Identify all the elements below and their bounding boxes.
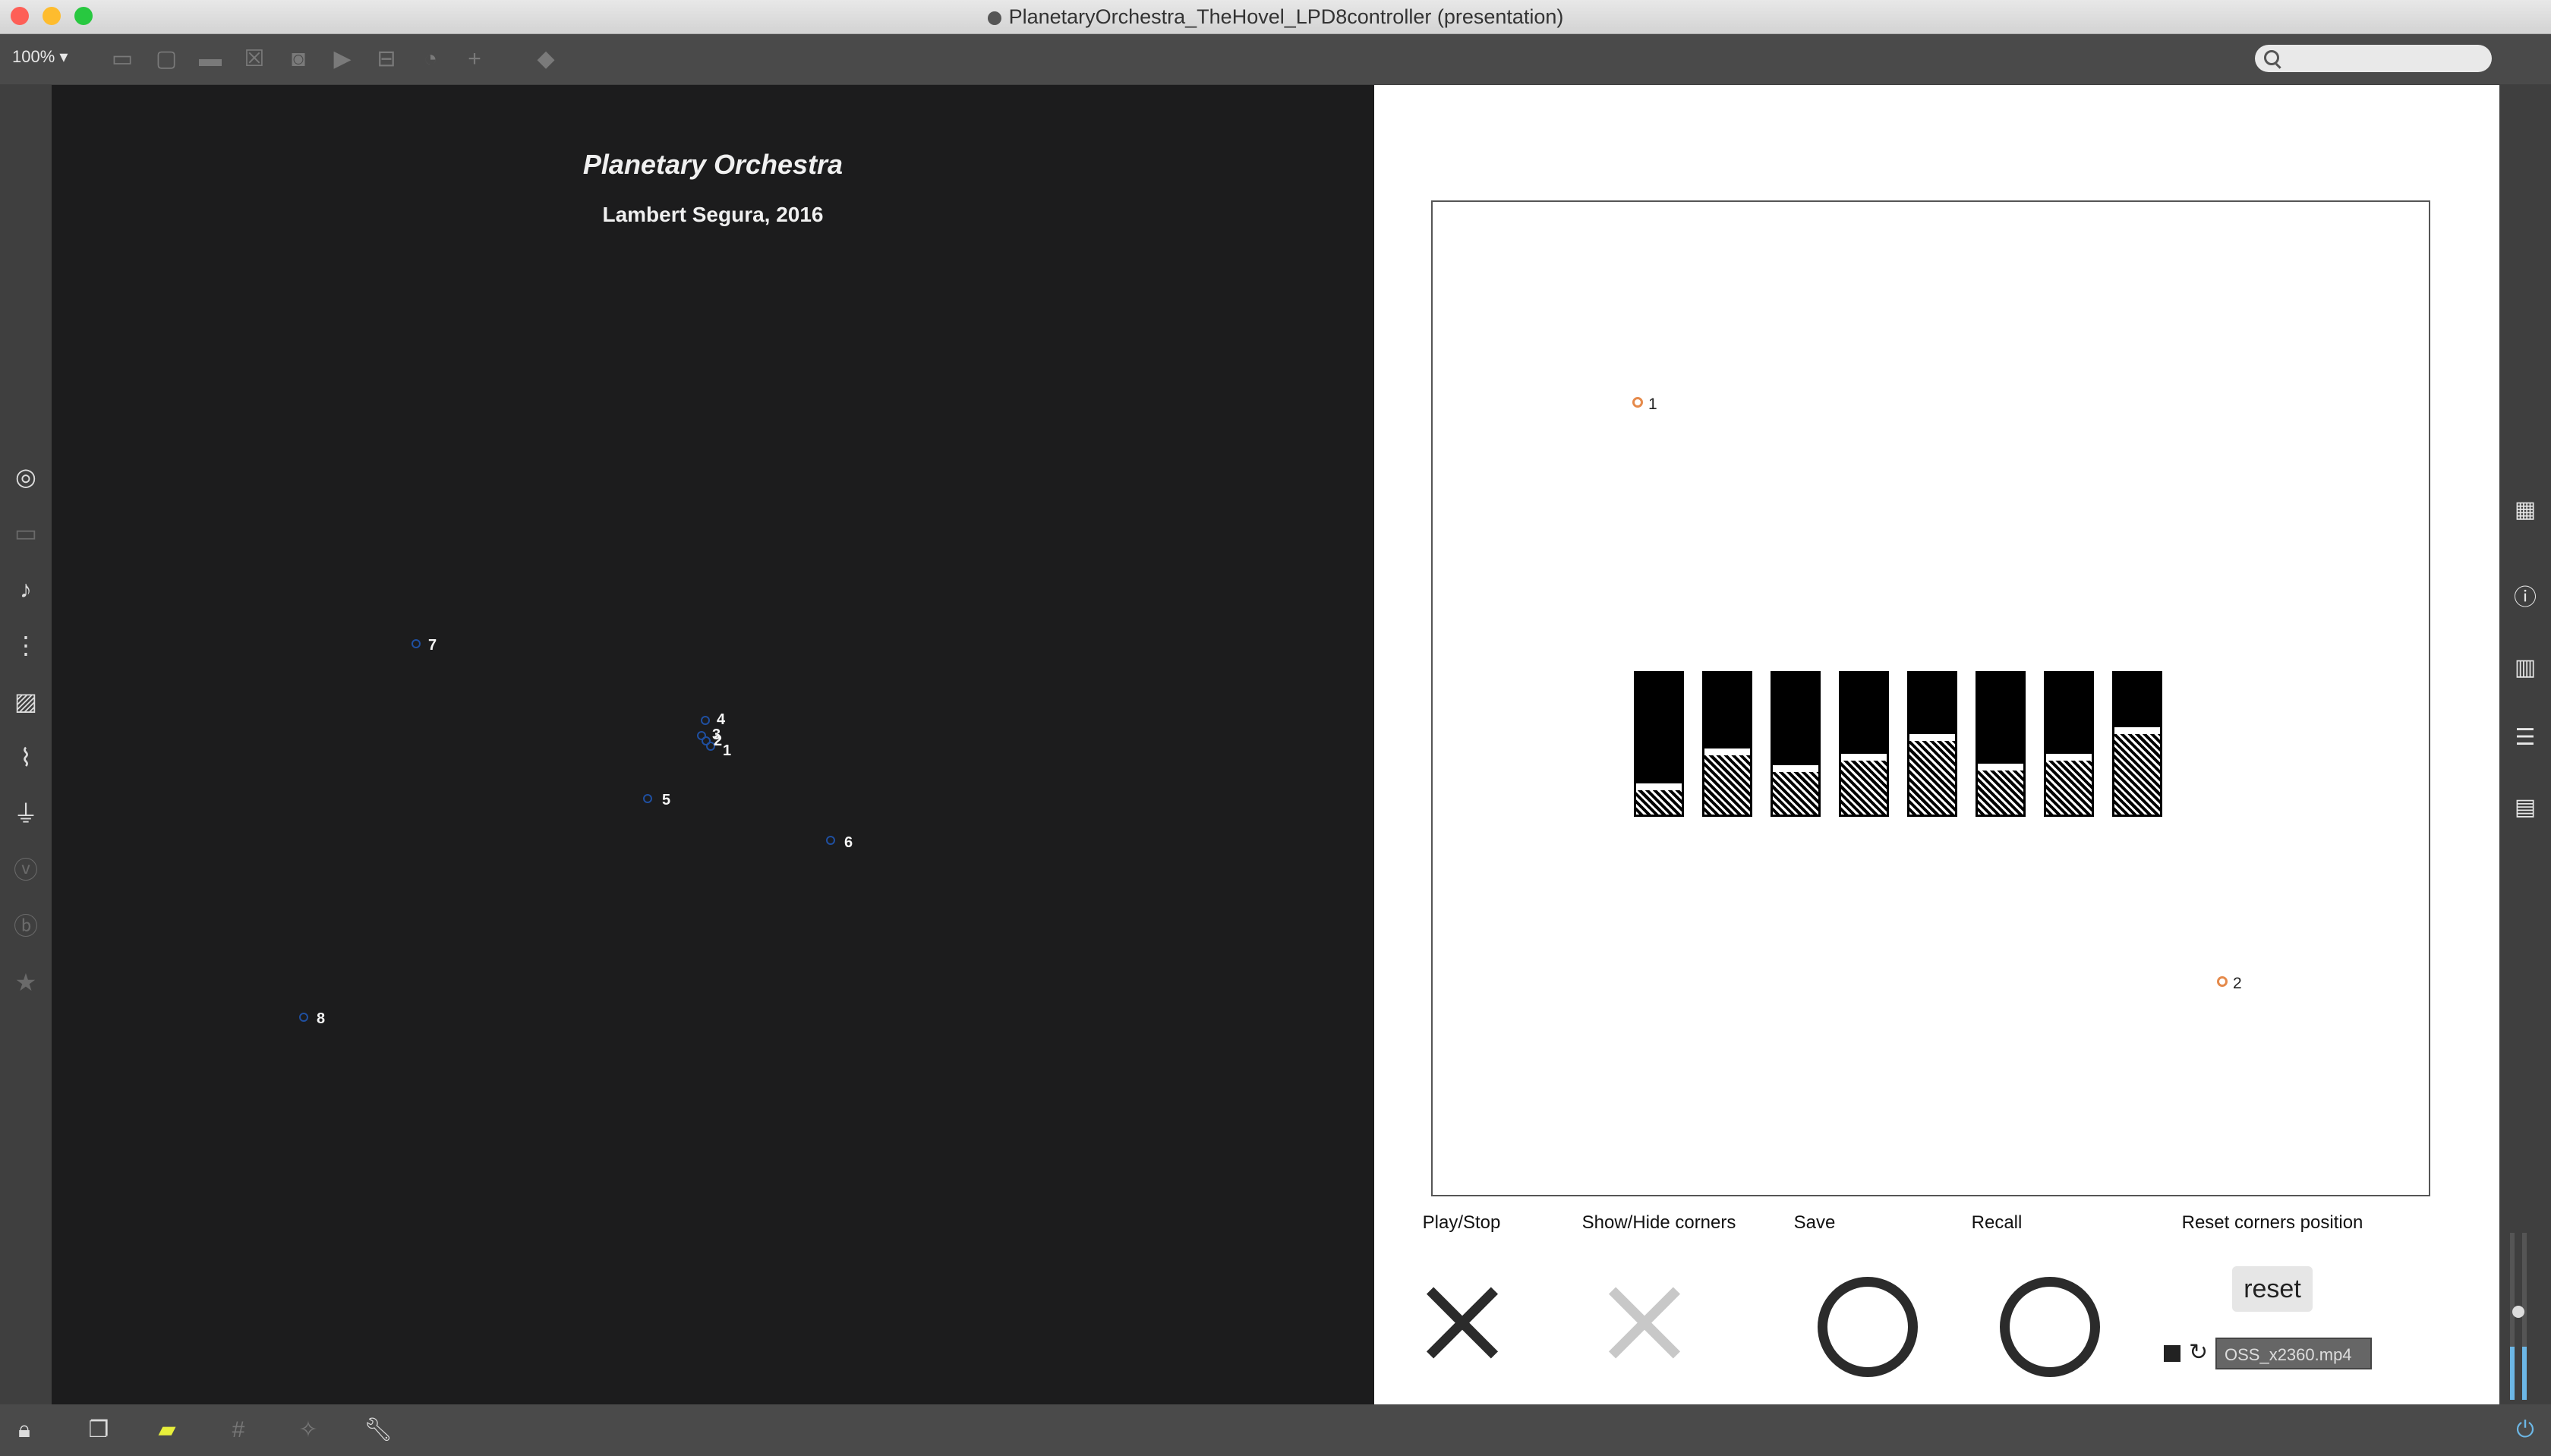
fader-level bbox=[1841, 754, 1887, 815]
planet-8[interactable] bbox=[299, 1013, 308, 1022]
audio-level-meter bbox=[2508, 1233, 2530, 1400]
planet-7[interactable] bbox=[412, 639, 421, 648]
fader-level bbox=[1773, 765, 1818, 815]
circle-b-icon[interactable]: ⓑ bbox=[11, 911, 41, 941]
zoom-dropdown[interactable]: 100% ▾ bbox=[12, 47, 68, 67]
save-button[interactable] bbox=[1818, 1277, 1918, 1377]
toggle-icon[interactable]: ☒ bbox=[240, 45, 269, 74]
power-icon[interactable]: ⏻ bbox=[2510, 1415, 2540, 1445]
paint-bucket-icon[interactable]: ◆ bbox=[531, 45, 560, 74]
fader-7[interactable] bbox=[2044, 671, 2094, 817]
fader-5[interactable] bbox=[1907, 671, 1957, 817]
dial-icon[interactable]: ◔ bbox=[416, 45, 445, 74]
reset-corners-button[interactable]: reset bbox=[2232, 1266, 2313, 1312]
message-box-icon[interactable]: ▢ bbox=[152, 45, 181, 74]
show-hide-corners-toggle[interactable] bbox=[1605, 1283, 1684, 1362]
grid-snap-icon[interactable]: # bbox=[223, 1415, 254, 1445]
window-title: PlanetaryOrchestra_TheHovel_LPD8controll… bbox=[0, 0, 2551, 33]
video-file-field[interactable]: OSS_x2360.mp4 bbox=[2215, 1338, 2372, 1369]
fader-2[interactable] bbox=[1702, 671, 1752, 817]
planet-5[interactable] bbox=[643, 794, 652, 803]
package-icon[interactable]: ▭ bbox=[11, 518, 41, 548]
planet-3[interactable] bbox=[697, 731, 706, 740]
windows-icon[interactable]: ❐ bbox=[84, 1415, 114, 1445]
fader-level bbox=[1704, 748, 1750, 815]
grid-icon[interactable]: ▦ bbox=[2510, 495, 2540, 525]
corner-handle-2[interactable] bbox=[2217, 976, 2228, 987]
planet-label: 6 bbox=[844, 834, 853, 851]
planet-label: 3 bbox=[712, 726, 721, 743]
book-open-icon[interactable]: ▥ bbox=[2510, 653, 2540, 683]
planet-6[interactable] bbox=[826, 836, 835, 845]
toolbar: 100% ▾ ▭ ▢ ▬ ☒ ◙ ▶ ⊟ ◔ + ◆ bbox=[0, 34, 2551, 84]
add-icon[interactable]: + bbox=[460, 45, 489, 74]
plug-icon[interactable]: ⏚ bbox=[11, 799, 41, 829]
corner-label: 2 bbox=[2233, 975, 2242, 992]
planet-4[interactable] bbox=[701, 716, 710, 725]
corner-label: 1 bbox=[1648, 396, 1657, 413]
lock-icon[interactable]: 🔒︎ bbox=[9, 1415, 39, 1445]
controller-panel: 1 2 Play/Stop Show/Hide corners Save Rec… bbox=[1374, 85, 2499, 1404]
corner-frame: 1 2 bbox=[1431, 200, 2430, 1196]
reset-corners-label: Reset corners position bbox=[2181, 1212, 2363, 1233]
image-icon[interactable]: ▨ bbox=[11, 686, 41, 717]
planet-label: 5 bbox=[662, 792, 671, 808]
fader-level bbox=[1978, 764, 2023, 815]
fader-level bbox=[1909, 734, 1955, 815]
new-object-icon[interactable]: ▭ bbox=[108, 45, 137, 74]
fader-level bbox=[1636, 783, 1682, 815]
planet-label: 4 bbox=[717, 711, 726, 728]
wand-icon[interactable]: ✧ bbox=[293, 1415, 323, 1445]
slider-icon[interactable]: ⊟ bbox=[372, 45, 401, 74]
search-icon bbox=[2264, 50, 2279, 65]
planet-label: 1 bbox=[723, 742, 732, 759]
wrench-icon[interactable]: 🔧︎ bbox=[363, 1415, 393, 1445]
search-input[interactable] bbox=[2255, 45, 2492, 72]
play-stop-label: Play/Stop bbox=[1422, 1212, 1501, 1233]
fader-8[interactable] bbox=[2112, 671, 2162, 817]
playlist-icon[interactable]: ⋮ bbox=[11, 630, 41, 660]
presentation-title: Planetary Orchestra bbox=[582, 149, 844, 180]
zoom-value: 100% bbox=[12, 47, 55, 66]
fader-level bbox=[2114, 727, 2160, 815]
presentation-mode-icon[interactable]: ▰ bbox=[152, 1415, 182, 1445]
fader-1[interactable] bbox=[1634, 671, 1684, 817]
comment-icon[interactable]: ▬ bbox=[196, 45, 225, 74]
play-stop-toggle[interactable] bbox=[1423, 1283, 1502, 1362]
fader-6[interactable] bbox=[1976, 671, 2026, 817]
circle-v-icon[interactable]: ⓥ bbox=[11, 855, 41, 885]
loop-icon[interactable]: ↻ bbox=[2189, 1339, 2208, 1366]
play-object-icon[interactable]: ▶ bbox=[328, 45, 357, 74]
fader-level bbox=[2046, 754, 2092, 815]
left-sidebar: ◎ ▭ ♪ ⋮ ▨ ⌇ ⏚ ⓥ ⓑ ★ bbox=[0, 85, 52, 1404]
star-icon[interactable]: ★ bbox=[11, 967, 41, 997]
right-sidebar: ▦ ⓘ ▥ ☰ ▤ bbox=[2499, 85, 2551, 1404]
window-title-text: PlanetaryOrchestra_TheHovel_LPD8controll… bbox=[1008, 5, 1564, 28]
planet-label: 7 bbox=[428, 637, 437, 654]
recall-button[interactable] bbox=[2000, 1277, 2100, 1377]
title-bar: PlanetaryOrchestra_TheHovel_LPD8controll… bbox=[0, 0, 2551, 34]
list-icon[interactable]: ☰ bbox=[2510, 723, 2540, 753]
stop-icon[interactable] bbox=[2164, 1345, 2180, 1362]
music-note-icon[interactable]: ♪ bbox=[11, 574, 41, 604]
recall-label: Recall bbox=[1971, 1212, 2023, 1233]
corner-handle-1[interactable] bbox=[1632, 397, 1643, 408]
target-icon[interactable]: ◎ bbox=[11, 462, 41, 492]
book-icon[interactable]: ▤ bbox=[2510, 793, 2540, 823]
show-hide-label: Show/Hide corners bbox=[1581, 1212, 1736, 1233]
bottom-bar: 🔒︎ ❐ ▰ # ✧ 🔧︎ ⏻ bbox=[0, 1404, 2551, 1456]
paperclip-icon[interactable]: ⌇ bbox=[11, 742, 41, 773]
presentation-subtitle: Lambert Segura, 2016 bbox=[602, 203, 824, 226]
fader-4[interactable] bbox=[1839, 671, 1889, 817]
info-icon[interactable]: ⓘ bbox=[2510, 583, 2540, 613]
save-label: Save bbox=[1793, 1212, 1836, 1233]
fader-3[interactable] bbox=[1771, 671, 1821, 817]
planet-label: 8 bbox=[317, 1010, 326, 1027]
level-meter-graphic bbox=[2510, 1233, 2527, 1400]
video-player: ↻ OSS_x2360.mp4 bbox=[2164, 1338, 2384, 1371]
planetary-view: Planetary Orchestra Lambert Segura, 2016… bbox=[52, 85, 1374, 1404]
document-icon bbox=[987, 11, 1001, 25]
button-object-icon[interactable]: ◙ bbox=[284, 45, 313, 74]
